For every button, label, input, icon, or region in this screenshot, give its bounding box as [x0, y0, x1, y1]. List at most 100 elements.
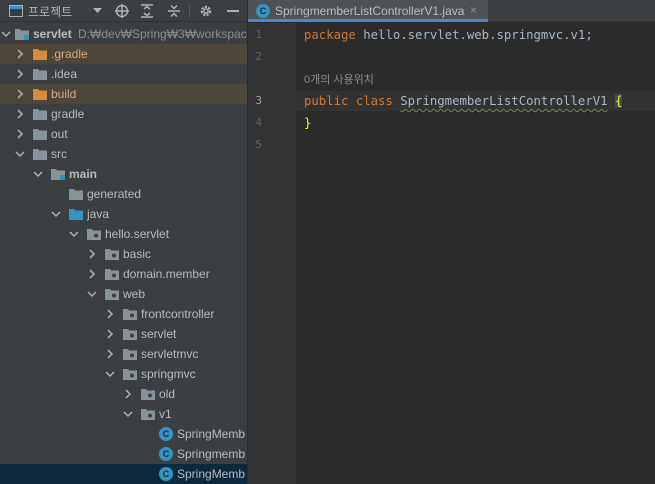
code-line-1[interactable]: package hello.servlet.web.springmvc.v1; [304, 25, 593, 45]
chevron-right-icon[interactable] [86, 264, 98, 284]
code-editor[interactable]: 1 2 3 4 5 package hello.servlet.web.spri… [248, 23, 655, 484]
dropdown-icon[interactable] [90, 0, 104, 22]
collapse-all-icon[interactable] [166, 0, 182, 22]
tree-item-label: SpringMemb [177, 427, 246, 441]
chevron-down-icon[interactable] [122, 404, 134, 424]
tree-item-class-file[interactable]: C SpringMemb [0, 424, 247, 444]
excluded-folder-icon [33, 49, 47, 60]
tree-item-class-file[interactable]: C Springmemb [0, 444, 247, 464]
chevron-right-icon[interactable] [104, 324, 116, 344]
chevron-right-icon[interactable] [14, 84, 26, 104]
package-icon [87, 229, 101, 240]
expand-all-icon[interactable] [139, 0, 155, 22]
project-toolbar: 프로젝트 [0, 0, 247, 22]
settings-icon[interactable] [198, 0, 214, 22]
chevron-right-icon[interactable] [14, 104, 26, 124]
tree-item-old[interactable]: old [0, 384, 247, 404]
tree-item-label: servlet [33, 27, 72, 41]
tree-item-domain-member[interactable]: domain.member [0, 264, 247, 284]
editor-tab-bar: C SpringmemberListControllerV1.java × [248, 0, 655, 22]
tree-item-class-file-selected[interactable]: C SpringMemb [0, 464, 247, 484]
tree-item-label: .idea [51, 67, 78, 81]
tree-item-gradle[interactable]: gradle [0, 104, 247, 124]
folder-icon [69, 189, 83, 200]
chevron-right-icon[interactable] [14, 124, 26, 144]
tree-item-label: build [51, 87, 77, 101]
package-icon [123, 349, 137, 360]
tree-item-gradle-dir[interactable]: .gradle [0, 44, 247, 64]
line-number: 4 [255, 116, 262, 129]
tree-item-label: frontcontroller [141, 307, 215, 321]
excluded-folder-icon [33, 89, 47, 100]
project-view-label[interactable]: 프로젝트 [28, 0, 84, 22]
keyword: package [304, 28, 356, 42]
tree-item-src[interactable]: src [0, 144, 247, 164]
tree-item-servlet-pkg[interactable]: servlet [0, 324, 247, 344]
tree-item-label: basic [123, 247, 152, 261]
tree-item-generated[interactable]: generated [0, 184, 247, 204]
chevron-down-icon[interactable] [14, 144, 26, 164]
tree-item-web[interactable]: web [0, 284, 247, 304]
package-icon [141, 389, 155, 400]
hide-icon[interactable] [225, 0, 241, 22]
tree-item-label: v1 [159, 407, 172, 421]
tab-title: SpringmemberListControllerV1.java [275, 4, 465, 18]
tree-item-label: .gradle [51, 47, 88, 61]
line-number-gutter: 1 2 3 4 5 [248, 23, 296, 484]
java-class-icon: C [159, 447, 173, 461]
chevron-down-icon[interactable] [68, 224, 80, 244]
usage-hint[interactable]: 0개의 사용위치 [304, 71, 374, 87]
tree-item-label: springmvc [141, 367, 196, 381]
chevron-down-icon[interactable] [50, 204, 62, 224]
tree-item-root[interactable]: servlet D:₩dev₩Spring₩3₩workspace₩ [0, 24, 247, 44]
project-view-icon[interactable] [8, 0, 24, 22]
chevron-right-icon[interactable] [122, 384, 134, 404]
java-class-icon: C [159, 427, 173, 441]
close-icon[interactable]: × [470, 3, 477, 17]
tree-item-build[interactable]: build [0, 84, 247, 104]
class-name: SpringmemberListControllerV1 [400, 94, 608, 108]
module-folder-icon [15, 29, 29, 40]
tree-item-main[interactable]: main [0, 164, 247, 184]
chevron-down-icon[interactable] [32, 164, 44, 184]
editor-tab[interactable]: C SpringmemberListControllerV1.java × [248, 0, 488, 22]
tree-item-java[interactable]: java [0, 204, 247, 224]
chevron-down-icon[interactable] [86, 284, 98, 304]
chevron-down-icon[interactable] [104, 364, 116, 384]
chevron-right-icon[interactable] [104, 344, 116, 364]
tree-item-label: out [51, 127, 68, 141]
locate-icon[interactable] [114, 0, 130, 22]
tree-item-hello-servlet[interactable]: hello.servlet [0, 224, 247, 244]
tree-item-springmvc[interactable]: springmvc [0, 364, 247, 384]
tree-item-frontcontroller[interactable]: frontcontroller [0, 304, 247, 324]
tree-item-idea[interactable]: .idea [0, 64, 247, 84]
package-icon [123, 309, 137, 320]
tree-item-label: old [159, 387, 176, 401]
chevron-right-icon[interactable] [86, 244, 98, 264]
code-line-4[interactable]: } [304, 113, 311, 133]
folder-icon [33, 69, 47, 80]
tree-item-servletmvc[interactable]: servletmvc [0, 344, 247, 364]
tree-item-label: gradle [51, 107, 85, 121]
chevron-right-icon[interactable] [14, 44, 26, 64]
module-folder-icon [51, 169, 65, 180]
package-icon [105, 269, 119, 280]
folder-icon [33, 129, 47, 140]
source-folder-icon [69, 209, 83, 220]
line-number: 1 [255, 28, 262, 41]
tree-item-basic[interactable]: basic [0, 244, 247, 264]
tree-item-label: hello.servlet [105, 227, 170, 241]
java-class-icon: C [159, 467, 173, 481]
tree-item-v1[interactable]: v1 [0, 404, 247, 424]
keyword: public class [304, 94, 393, 108]
tree-item-out[interactable]: out [0, 124, 247, 144]
chevron-right-icon[interactable] [104, 304, 116, 324]
line-number: 5 [255, 138, 262, 151]
chevron-right-icon[interactable] [14, 64, 26, 84]
tree-item-path: D:₩dev₩Spring₩3₩workspace₩ [78, 27, 247, 41]
chevron-down-icon[interactable] [0, 24, 12, 44]
tree-item-label: java [87, 207, 110, 221]
line-number-current: 3 [255, 94, 262, 107]
package-icon [105, 289, 119, 300]
code-line-3[interactable]: public class SpringmemberListControllerV… [304, 91, 623, 111]
